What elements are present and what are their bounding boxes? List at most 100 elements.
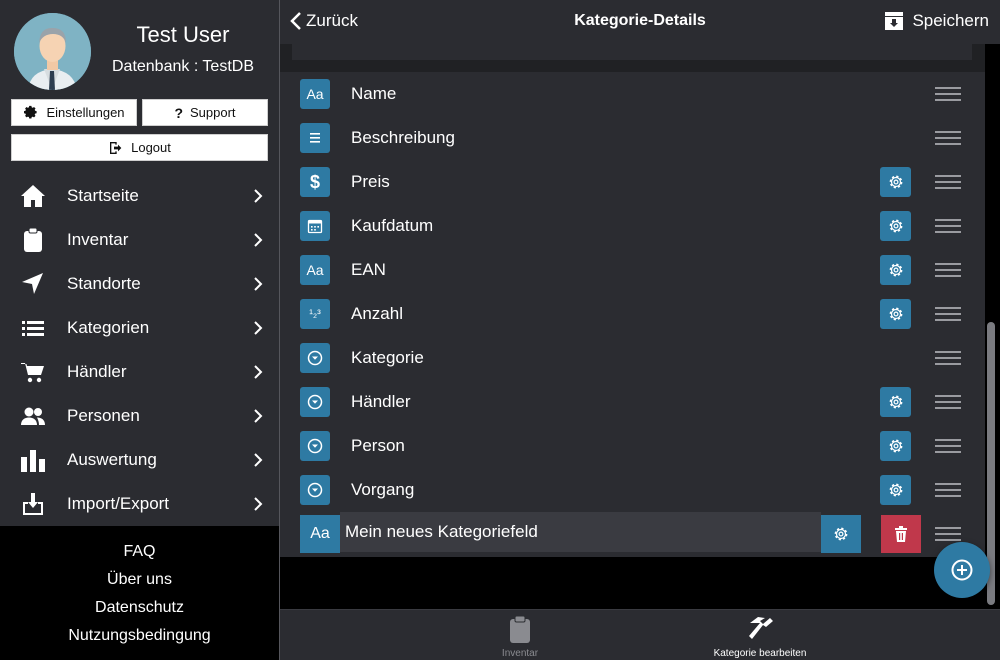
app-window: Test User Datenbank : TestDB Einstellung… xyxy=(0,0,1000,660)
about-link[interactable]: Über uns xyxy=(0,571,279,589)
sidebar-item-import-export[interactable]: Import/Export xyxy=(0,482,279,526)
header-bar: Zurück Kategorie-Details Speichern xyxy=(280,0,1000,44)
trash-icon xyxy=(895,526,907,542)
terms-link[interactable]: Nutzungsbedingung xyxy=(0,627,279,645)
bottom-tab-bar: Inventar Kategorie bearbeiten xyxy=(280,609,1000,660)
list-item[interactable]: Beschreibung xyxy=(280,116,985,160)
tab-kategorie-bearbeiten[interactable]: Kategorie bearbeiten xyxy=(660,610,860,660)
field-settings-button[interactable] xyxy=(880,299,911,329)
text-type-icon[interactable]: Aa xyxy=(300,515,340,553)
list-icon xyxy=(22,321,44,336)
sidebar-item-standorte[interactable]: Standorte xyxy=(0,262,279,306)
chevron-right-icon xyxy=(254,453,263,467)
sidebar-item-label: Inventar xyxy=(67,230,129,249)
list-item[interactable]: Vorgang xyxy=(280,468,985,512)
field-settings-button[interactable] xyxy=(880,475,911,505)
list-item[interactable]: Kategorie xyxy=(280,336,985,380)
download-icon xyxy=(23,493,43,515)
field-settings-button[interactable] xyxy=(880,167,911,197)
avatar[interactable] xyxy=(14,13,91,90)
drag-handle-icon[interactable] xyxy=(935,174,961,190)
field-name: Anzahl xyxy=(351,304,403,323)
sidebar-item-label: Import/Export xyxy=(67,494,170,513)
gear-icon xyxy=(889,439,902,453)
tab-inventar[interactable]: Inventar xyxy=(420,610,620,660)
tab-label: Inventar xyxy=(501,648,539,659)
user-name: Test User xyxy=(136,22,230,47)
list-item[interactable]: Aa Name xyxy=(280,72,985,116)
paragraph-type-icon xyxy=(300,123,330,153)
sidebar-item-label: Startseite xyxy=(67,186,139,205)
drag-handle-icon[interactable] xyxy=(935,86,961,102)
save-download-icon xyxy=(885,12,904,30)
tab-label: Kategorie bearbeiten xyxy=(713,648,807,659)
field-name: Person xyxy=(351,436,405,455)
field-settings-button[interactable] xyxy=(880,387,911,417)
gear-icon xyxy=(889,263,902,277)
drag-handle-icon[interactable] xyxy=(935,130,961,146)
gear-icon xyxy=(889,307,902,321)
save-button[interactable]: Speichern xyxy=(884,11,989,31)
hammer-icon xyxy=(749,617,773,639)
dropdown-type-icon xyxy=(300,387,330,417)
delete-field-button[interactable] xyxy=(881,515,921,553)
support-label: Support xyxy=(190,105,236,120)
field-name: Händler xyxy=(351,392,411,411)
sidebar: Test User Datenbank : TestDB Einstellung… xyxy=(0,0,279,660)
settings-button[interactable]: Einstellungen xyxy=(11,99,137,126)
field-name: Vorgang xyxy=(351,480,415,499)
list-item[interactable]: Händler xyxy=(280,380,985,424)
gear-icon xyxy=(24,105,38,118)
drag-handle-icon[interactable] xyxy=(935,438,961,454)
dropdown-type-icon xyxy=(300,343,330,373)
new-field-row[interactable]: Aa xyxy=(280,512,985,556)
plus-circle-icon xyxy=(951,559,973,581)
drag-handle-icon[interactable] xyxy=(935,262,961,278)
field-settings-button[interactable] xyxy=(880,255,911,285)
dollar-type-icon: $ xyxy=(300,167,330,197)
gear-icon xyxy=(889,219,902,233)
drag-handle-icon[interactable] xyxy=(935,394,961,410)
field-name: Kaufdatum xyxy=(351,216,434,235)
list-item[interactable]: Aa EAN xyxy=(280,248,985,292)
field-settings-button[interactable] xyxy=(880,211,911,241)
drag-handle-icon[interactable] xyxy=(935,526,961,542)
sidebar-item-startseite[interactable]: Startseite xyxy=(0,174,279,218)
list-item[interactable]: ¹₂³ Anzahl xyxy=(280,292,985,336)
chevron-right-icon xyxy=(254,497,263,511)
sidebar-item-auswertung[interactable]: Auswertung xyxy=(0,438,279,482)
field-name: Name xyxy=(351,84,397,103)
field-settings-button[interactable] xyxy=(880,431,911,461)
new-field-name-input[interactable] xyxy=(340,512,821,552)
sidebar-item-kategorien[interactable]: Kategorien xyxy=(0,306,279,350)
logout-button[interactable]: Logout xyxy=(11,134,268,161)
sidebar-item-label: Kategorien xyxy=(67,318,150,337)
sidebar-item-label: Auswertung xyxy=(67,450,157,469)
logout-label: Logout xyxy=(131,140,171,155)
drag-handle-icon[interactable] xyxy=(935,482,961,498)
drag-handle-icon[interactable] xyxy=(935,218,961,234)
sidebar-item-inventar[interactable]: Inventar xyxy=(0,218,279,262)
faq-link[interactable]: FAQ xyxy=(0,543,279,561)
location-arrow-icon xyxy=(22,273,43,294)
bar-chart-icon xyxy=(21,450,45,472)
chevron-right-icon xyxy=(254,189,263,203)
list-item[interactable]: Person xyxy=(280,424,985,468)
gear-icon xyxy=(889,175,902,189)
sidebar-item-personen[interactable]: Personen xyxy=(0,394,279,438)
question-icon: ? xyxy=(174,104,183,121)
list-item[interactable]: Kaufdatum xyxy=(280,204,985,248)
drag-handle-icon[interactable] xyxy=(935,350,961,366)
drag-handle-icon[interactable] xyxy=(935,306,961,322)
sidebar-item-haendler[interactable]: Händler xyxy=(0,350,279,394)
cart-icon xyxy=(21,363,44,383)
chevron-right-icon xyxy=(254,365,263,379)
privacy-link[interactable]: Datenschutz xyxy=(0,599,279,617)
category-details-content: Aa Name Beschreibung $ Preis Kaufdatum A… xyxy=(280,44,1000,609)
support-button[interactable]: ? Support xyxy=(142,99,268,126)
field-list: Aa Name Beschreibung $ Preis Kaufdatum A… xyxy=(280,72,985,557)
field-settings-button[interactable] xyxy=(821,515,861,553)
list-item[interactable]: $ Preis xyxy=(280,160,985,204)
calendar-type-icon xyxy=(300,211,330,241)
add-field-button[interactable] xyxy=(934,542,990,598)
